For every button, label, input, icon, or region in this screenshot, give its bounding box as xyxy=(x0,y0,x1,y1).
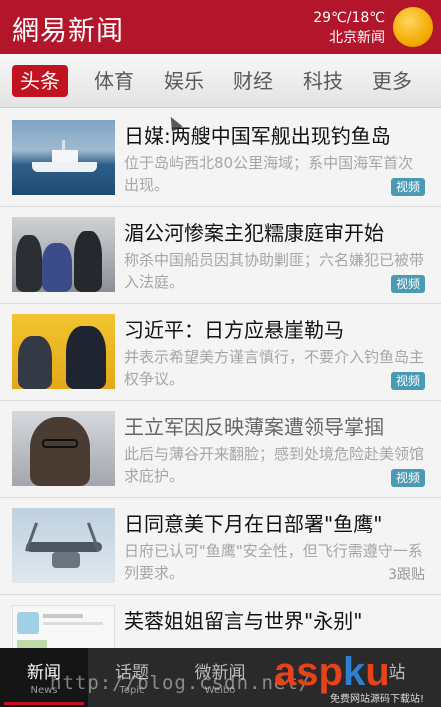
news-item[interactable]: 王立军因反映薄案遭领导掌掴 此后与薄谷开来翻脸；感到处境危险赴美领馆求庇护。 视… xyxy=(0,401,441,498)
tab-sports[interactable]: 体育 xyxy=(86,65,142,97)
tab-more[interactable]: 更多 xyxy=(364,65,420,97)
tab-finance[interactable]: 财经 xyxy=(225,65,281,97)
app-logo: 網易新闻 xyxy=(12,16,124,47)
tab-tech[interactable]: 科技 xyxy=(295,65,351,97)
city-label: 北京新闻 xyxy=(329,30,385,46)
news-summary: 称杀中国船员因其协助剿匪；六名嫌犯已被带入法庭。 xyxy=(124,251,424,291)
video-badge: 视频 xyxy=(390,469,425,487)
tab-entertainment[interactable]: 娱乐 xyxy=(156,65,212,97)
weather-widget[interactable]: 29℃/18℃ 北京新闻 xyxy=(313,8,385,48)
app-header: 網易新闻 29℃/18℃ 北京新闻 xyxy=(0,0,441,54)
news-thumbnail xyxy=(12,120,115,195)
temperature: 29℃/18℃ xyxy=(313,10,385,26)
news-item[interactable]: 湄公河惨案主犯糯康庭审开始 称杀中国船员因其协助剿匪；六名嫌犯已被带入法庭。 视… xyxy=(0,207,441,304)
news-list: 日媒:两艘中国军舰出现钓鱼岛 位于岛屿西北80公里海域；系中国海军首次出现。 视… xyxy=(0,110,441,648)
news-item[interactable]: 日同意美下月在日部署"鱼鹰" 日府已认可"鱼鹰"安全性，但飞行需遵守一系列要求。… xyxy=(0,498,441,595)
channel-tabs: 头条 体育 娱乐 财经 科技 更多 xyxy=(0,54,441,108)
active-indicator xyxy=(4,702,84,705)
sun-icon[interactable] xyxy=(393,7,433,47)
news-summary: 并表示希望美方谨言慎行，不要介入钓鱼岛主权争议。 xyxy=(124,348,424,388)
comment-count: 3跟贴 xyxy=(388,567,425,583)
news-item[interactable]: 日媒:两艘中国军舰出现钓鱼岛 位于岛屿西北80公里海域；系中国海军首次出现。 视… xyxy=(0,110,441,207)
news-item[interactable]: 习近平：日方应悬崖勒马 并表示希望美方谨言慎行，不要介入钓鱼岛主权争议。 视频 xyxy=(0,304,441,401)
news-thumbnail xyxy=(12,217,115,292)
news-thumbnail xyxy=(12,411,115,486)
news-thumbnail xyxy=(12,314,115,389)
watermark-url: http://blog.csdn.net/ xyxy=(50,672,312,694)
news-summary: 此后与薄谷开来翻脸；感到处境危险赴美领馆求庇护。 xyxy=(124,445,424,485)
news-title: 日同意美下月在日部署"鱼鹰" xyxy=(124,512,383,536)
tab-headlines[interactable]: 头条 xyxy=(12,65,68,97)
watermark-logo: aspku xyxy=(274,650,390,694)
news-summary: 日府已认可"鱼鹰"安全性，但飞行需遵守一系列要求。 xyxy=(124,542,423,582)
news-title: 芙蓉姐姐留言与世界"永别" xyxy=(124,609,363,633)
video-badge: 视频 xyxy=(390,275,425,293)
news-thumbnail xyxy=(12,605,115,648)
news-summary: 位于岛屿西北80公里海域；系中国海军首次出现。 xyxy=(124,154,414,194)
video-badge: 视频 xyxy=(390,372,425,390)
news-title: 湄公河惨案主犯糯康庭审开始 xyxy=(124,221,384,245)
news-thumbnail xyxy=(12,508,115,583)
news-title: 王立军因反映薄案遭领导掌掴 xyxy=(124,415,384,439)
news-item[interactable]: 芙蓉姐姐留言与世界"永别" xyxy=(0,595,441,648)
news-title: 习近平：日方应悬崖勒马 xyxy=(124,318,344,342)
video-badge: 视频 xyxy=(390,178,425,196)
watermark-subtitle: 免费网站源码下载站! xyxy=(330,694,425,705)
